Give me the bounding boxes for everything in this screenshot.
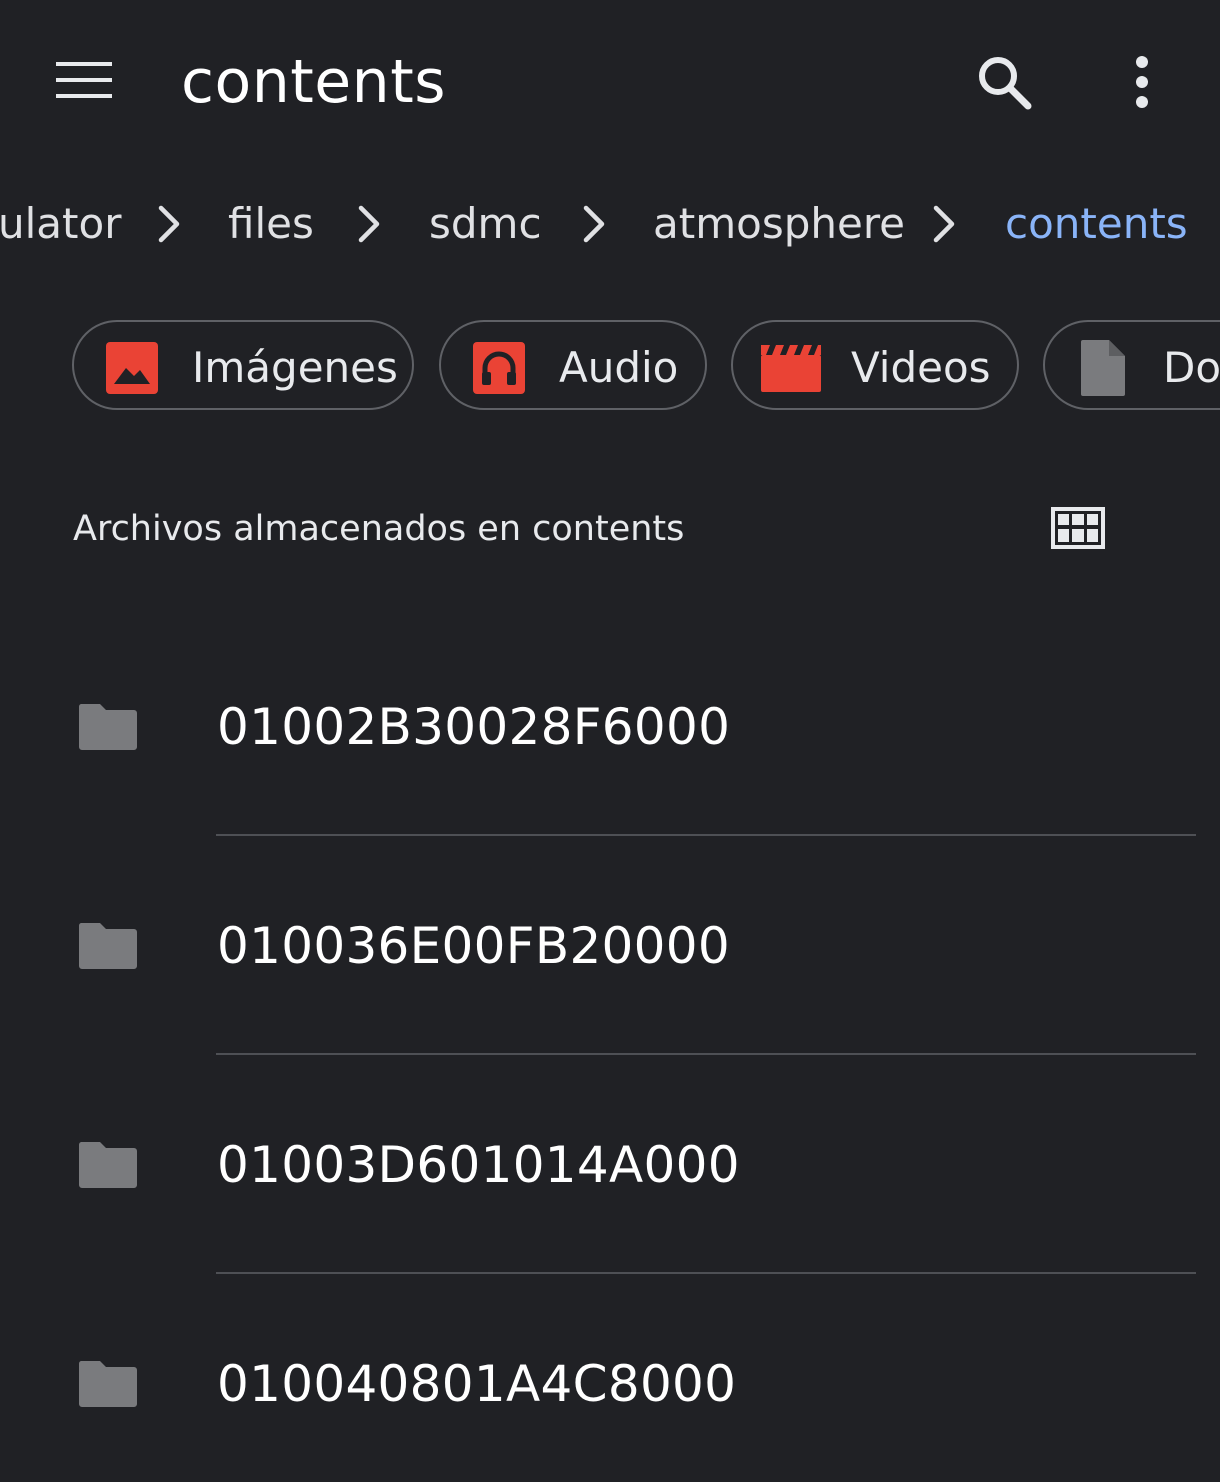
app-bar: contents: [0, 0, 1220, 160]
list-item[interactable]: 010036E00FB20000: [0, 837, 1220, 1056]
divider: [216, 1272, 1196, 1274]
file-name: 010036E00FB20000: [217, 917, 731, 975]
chip-documents[interactable]: Do: [1043, 320, 1220, 410]
menu-icon: [56, 62, 112, 98]
file-list: 01002B30028F6000 010036E00FB20000 01003D…: [0, 618, 1220, 1482]
chevron-right-icon: [158, 205, 180, 243]
grid-view-icon: [1051, 507, 1105, 549]
section-title: Archivos almacenados en contents: [73, 509, 685, 549]
chip-videos[interactable]: Videos: [731, 320, 1019, 410]
file-name: 01002B30028F6000: [217, 698, 731, 756]
breadcrumb-item-contents[interactable]: contents: [1005, 196, 1188, 252]
page-title: contents: [181, 47, 446, 117]
chip-documents-label: Do: [1163, 343, 1220, 392]
chip-images[interactable]: Imágenes: [72, 320, 414, 410]
chip-audio-label: Audio: [559, 343, 679, 392]
category-chips: Imágenes Audio Videos Do: [0, 318, 1220, 416]
search-icon: [979, 57, 1032, 110]
list-item[interactable]: 01002B30028F6000: [0, 618, 1220, 837]
headphones-icon: [473, 342, 525, 394]
document-icon: [1081, 340, 1125, 396]
grid-view-button[interactable]: [1040, 496, 1116, 560]
folder-icon: [78, 704, 137, 750]
more-vert-icon: [1136, 56, 1148, 108]
search-button[interactable]: [962, 40, 1046, 124]
breadcrumb-item-emulator[interactable]: ulator: [0, 196, 121, 252]
chevron-right-icon: [358, 205, 380, 243]
breadcrumb-item-atmosphere[interactable]: atmosphere: [653, 196, 905, 252]
file-name: 010040801A4C8000: [217, 1355, 737, 1413]
breadcrumb-item-files[interactable]: files: [228, 196, 314, 252]
clapperboard-icon: [761, 345, 821, 392]
file-browser-screen: contents ulator files sdmc atmosphere co…: [0, 0, 1220, 1482]
chevron-right-icon: [583, 205, 605, 243]
breadcrumb: ulator files sdmc atmosphere contents: [0, 190, 1220, 260]
breadcrumb-item-sdmc[interactable]: sdmc: [429, 196, 542, 252]
chip-images-label: Imágenes: [192, 343, 398, 392]
divider: [216, 1053, 1196, 1055]
folder-icon: [78, 1142, 137, 1188]
chip-audio[interactable]: Audio: [439, 320, 707, 410]
chevron-right-icon: [933, 205, 955, 243]
menu-button[interactable]: [40, 44, 128, 116]
divider: [216, 834, 1196, 836]
list-item[interactable]: 01003D601014A000: [0, 1056, 1220, 1275]
file-name: 01003D601014A000: [217, 1136, 740, 1194]
list-item[interactable]: 010040801A4C8000: [0, 1275, 1220, 1482]
more-options-button[interactable]: [1106, 40, 1178, 124]
folder-icon: [78, 1361, 137, 1407]
image-icon: [106, 342, 158, 394]
folder-icon: [78, 923, 137, 969]
chip-videos-label: Videos: [851, 343, 991, 392]
